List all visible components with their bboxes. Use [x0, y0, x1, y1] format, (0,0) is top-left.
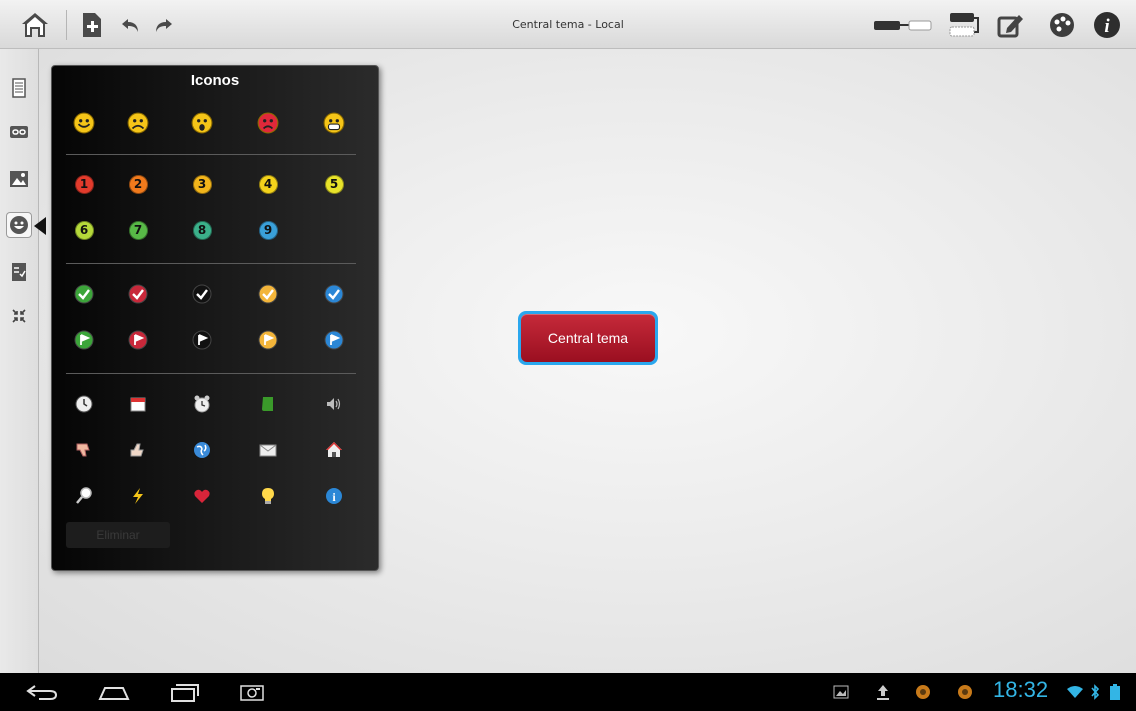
flag-icon[interactable] [127, 329, 149, 351]
panel-title: Iconos [190, 72, 240, 89]
sidebar-link-button[interactable] [6, 119, 32, 145]
smiley-sad-icon[interactable] [127, 112, 149, 134]
book-icon[interactable] [257, 393, 279, 415]
flag-icon[interactable] [191, 329, 213, 351]
info-icon: i [1094, 12, 1120, 38]
new-document-icon [83, 13, 101, 37]
check-icon[interactable] [127, 283, 149, 305]
sidebar-task-button[interactable] [6, 259, 32, 285]
check-icon[interactable] [191, 283, 213, 305]
flag-icon[interactable] [73, 329, 95, 351]
layout-button[interactable] [946, 8, 980, 42]
smiley-surprised-icon[interactable] [191, 112, 213, 134]
gallery-notification-icon[interactable] [832, 683, 850, 701]
redo-button[interactable] [146, 8, 180, 42]
info-button[interactable]: i [1090, 8, 1124, 42]
add-topic-button[interactable] [75, 8, 109, 42]
recent-apps-button[interactable] [164, 679, 204, 705]
recent-apps-icon [171, 684, 199, 702]
back-button[interactable] [22, 679, 62, 705]
flag-icon[interactable] [257, 329, 279, 351]
central-topic-node[interactable]: Central tema [518, 311, 658, 365]
lightbulb-icon[interactable] [257, 485, 279, 507]
info-icon[interactable]: i [323, 485, 345, 507]
system-nav-bar: 18:32 [0, 673, 1136, 711]
magnifier-icon[interactable] [73, 485, 95, 507]
home-icon [22, 13, 48, 37]
top-toolbar: Central tema - Local i [0, 0, 1136, 49]
speaker-icon[interactable] [323, 393, 345, 415]
palette-icon [1050, 13, 1074, 37]
mail-icon[interactable] [257, 439, 279, 461]
priority-7-icon[interactable]: 7 [127, 219, 149, 241]
collapse-icon [12, 309, 26, 323]
smiley-angry-icon[interactable] [257, 112, 279, 134]
flag-icon[interactable] [323, 329, 345, 351]
lightning-icon[interactable] [127, 485, 149, 507]
priority-6-icon[interactable]: 6 [73, 219, 95, 241]
smiley-icon [10, 216, 28, 234]
edit-note-icon [997, 15, 1023, 38]
sidebar-collapse-button[interactable] [6, 303, 32, 329]
home-outline-icon [98, 687, 130, 700]
svg-text:i: i [1104, 16, 1110, 37]
edit-note-button[interactable] [994, 8, 1028, 42]
status-clock[interactable]: 18:32 [993, 677, 1048, 703]
sidebar-icons-button[interactable] [6, 212, 32, 238]
task-icon [12, 263, 26, 281]
priority-2-icon[interactable]: 2 [127, 173, 149, 195]
screenshot-button[interactable] [232, 679, 272, 705]
sidebar-image-button[interactable] [6, 166, 32, 192]
clock-icon[interactable] [73, 393, 95, 415]
home-nav-button[interactable] [94, 679, 134, 705]
check-icon[interactable] [257, 283, 279, 305]
bluetooth-icon [1086, 683, 1104, 701]
delete-icon-button[interactable]: Eliminar [66, 522, 170, 548]
upload-notification-icon[interactable] [874, 683, 892, 701]
thumbs-down-icon[interactable] [73, 439, 95, 461]
undo-icon [122, 19, 138, 32]
home-icon[interactable] [323, 439, 345, 461]
layout-icon [949, 13, 979, 37]
back-icon [26, 685, 58, 700]
priority-3-icon[interactable]: 3 [191, 173, 213, 195]
priority-4-icon[interactable]: 4 [257, 173, 279, 195]
smiley-grin-icon[interactable] [323, 112, 345, 134]
camera-icon [240, 685, 264, 701]
link-icon [10, 126, 28, 138]
app-notification-icon-2[interactable] [956, 683, 974, 701]
central-topic-label: Central tema [521, 314, 655, 362]
panel-pointer [34, 217, 46, 235]
thumbs-up-icon[interactable] [127, 439, 149, 461]
notes-icon [12, 78, 26, 98]
home-button[interactable] [18, 8, 52, 42]
redo-icon [156, 19, 172, 32]
check-icon[interactable] [323, 283, 345, 305]
theme-button[interactable] [1045, 8, 1079, 42]
heart-icon[interactable] [191, 485, 213, 507]
connector-icon [874, 20, 932, 31]
connector-style-button[interactable] [872, 8, 934, 42]
priority-5-icon[interactable]: 5 [323, 173, 345, 195]
priority-9-icon[interactable]: 9 [257, 219, 279, 241]
priority-1-icon[interactable]: 1 [73, 173, 95, 195]
sidebar-notes-button[interactable] [6, 75, 32, 101]
priority-8-icon[interactable]: 8 [191, 219, 213, 241]
undo-button[interactable] [114, 8, 148, 42]
app-notification-icon[interactable] [914, 683, 932, 701]
battery-icon [1106, 683, 1124, 701]
icons-panel: Iconos 1 2 3 4 5 6 7 8 9 i Eliminar [51, 65, 379, 571]
image-icon [10, 171, 28, 187]
smiley-happy-icon[interactable] [73, 112, 95, 134]
check-icon[interactable] [73, 283, 95, 305]
wifi-icon [1066, 683, 1084, 701]
alarm-icon[interactable] [191, 393, 213, 415]
globe-icon[interactable] [191, 439, 213, 461]
left-sidebar [0, 49, 39, 673]
calendar-icon[interactable] [127, 393, 149, 415]
